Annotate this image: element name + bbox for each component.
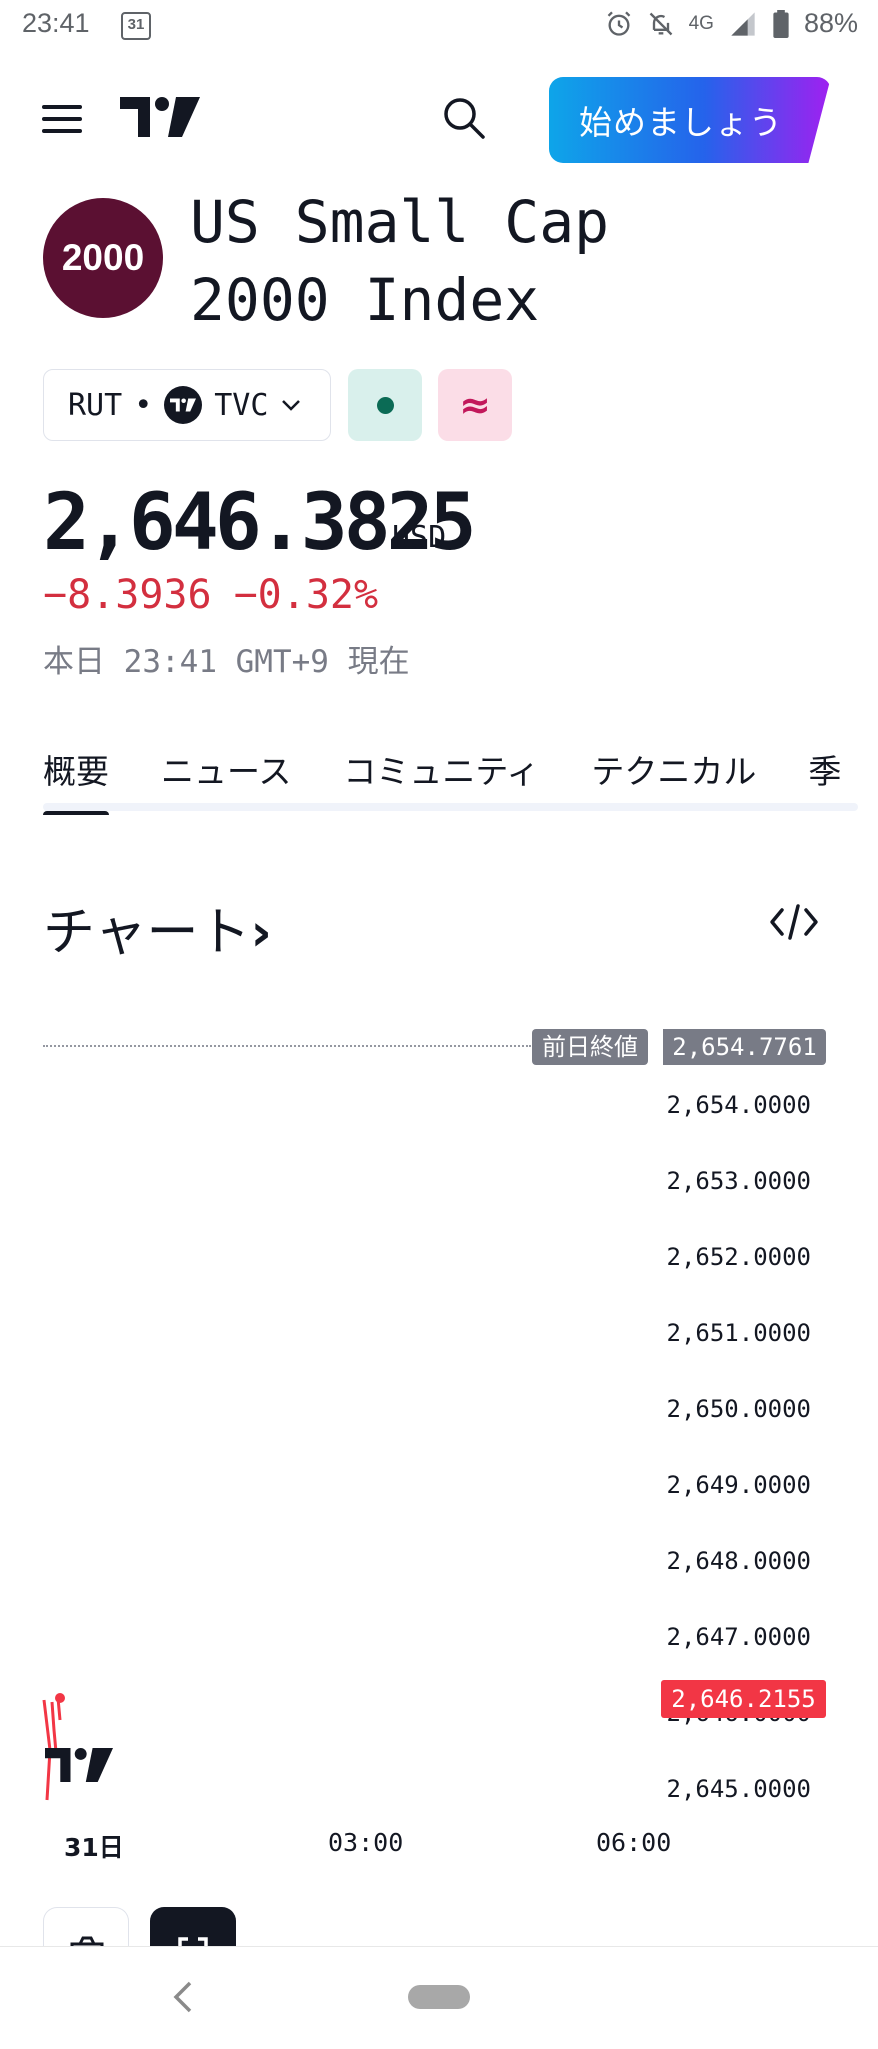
embed-code-icon[interactable] [768, 900, 820, 944]
tradingview-watermark-logo [45, 1748, 113, 1782]
y-axis-tick: 2,645.0000 [666, 1775, 812, 1803]
calendar-icon: 31 [121, 12, 151, 40]
symbol-exchange-selector[interactable]: RUT • TVC [43, 369, 331, 441]
current-value-tag: 2,646.2155 [661, 1680, 826, 1718]
y-axis-tick: 2,648.0000 [666, 1547, 812, 1575]
y-axis-tick: 2,654.0000 [666, 1091, 812, 1119]
chart-heading-text: チャート [43, 903, 251, 963]
tradingview-logo[interactable] [120, 95, 200, 139]
price-timestamp: 本日 23:41 GMT+9 現在 [43, 644, 410, 680]
change-absolute: −8.3936 [43, 572, 212, 618]
y-axis-tick: 2,647.0000 [666, 1623, 812, 1651]
data-delay-button[interactable]: ≈ [438, 369, 512, 441]
price-change: −8.3936 −0.32% [43, 572, 378, 618]
x-axis-tick: 03:00 [328, 1828, 404, 1857]
x-axis-tick: 31日 [64, 1833, 124, 1862]
tab-technicals[interactable]: テクニカル [591, 745, 756, 815]
signal-icon [731, 11, 755, 36]
home-pill[interactable] [408, 1985, 470, 2009]
previous-close-line [43, 1045, 531, 1047]
ticker-label: RUT [68, 387, 123, 423]
y-axis-tick: 2,653.0000 [666, 1167, 812, 1195]
back-icon[interactable] [168, 1977, 198, 2017]
previous-close-label: 前日終値 [532, 1029, 648, 1065]
notifications-off-icon [649, 12, 672, 35]
chevron-down-icon [282, 400, 301, 411]
exchange-logo-icon [164, 386, 203, 424]
tab-overview[interactable]: 概要 [43, 745, 109, 815]
y-axis-tick: 2,651.0000 [666, 1319, 812, 1347]
chevron-right-icon: › [250, 903, 272, 963]
search-icon[interactable] [440, 94, 488, 142]
tab-seasonals[interactable]: 季 [808, 745, 841, 815]
y-axis-tick: 2,652.0000 [666, 1243, 812, 1271]
exchange-label: TVC [214, 387, 269, 423]
alarm-icon [607, 11, 630, 36]
symbol-title: US Small Cap 2000 Index [190, 188, 610, 334]
battery-icon [773, 9, 789, 38]
tab-bar: 概要 ニュース コミュニティ テクニカル 季 [43, 745, 878, 815]
price-chart[interactable] [0, 1000, 878, 1880]
market-status-button[interactable] [348, 369, 422, 441]
status-icons: 4G 88% [605, 8, 858, 39]
chart-section-link[interactable]: チャート› [43, 890, 272, 965]
separator: • [134, 387, 153, 423]
tab-news[interactable]: ニュース [161, 745, 291, 815]
x-axis-tick: 06:00 [596, 1828, 672, 1857]
status-time: 23:41 [22, 8, 90, 38]
symbol-logo: 2000 [43, 198, 163, 318]
get-started-button[interactable]: 始めましょう [549, 77, 831, 163]
y-axis-tick: 2,649.0000 [666, 1471, 812, 1499]
network-type: 4G [688, 12, 714, 34]
battery-level: 88% [803, 8, 858, 38]
y-axis-tick: 2,650.0000 [666, 1395, 812, 1423]
market-open-dot-icon [376, 396, 394, 414]
menu-icon[interactable] [42, 105, 82, 135]
change-percent: −0.32% [233, 572, 379, 618]
tab-community[interactable]: コミュニティ [343, 745, 539, 815]
previous-close-value: 2,654.7761 [661, 1029, 826, 1065]
currency-label: USD [392, 520, 447, 555]
